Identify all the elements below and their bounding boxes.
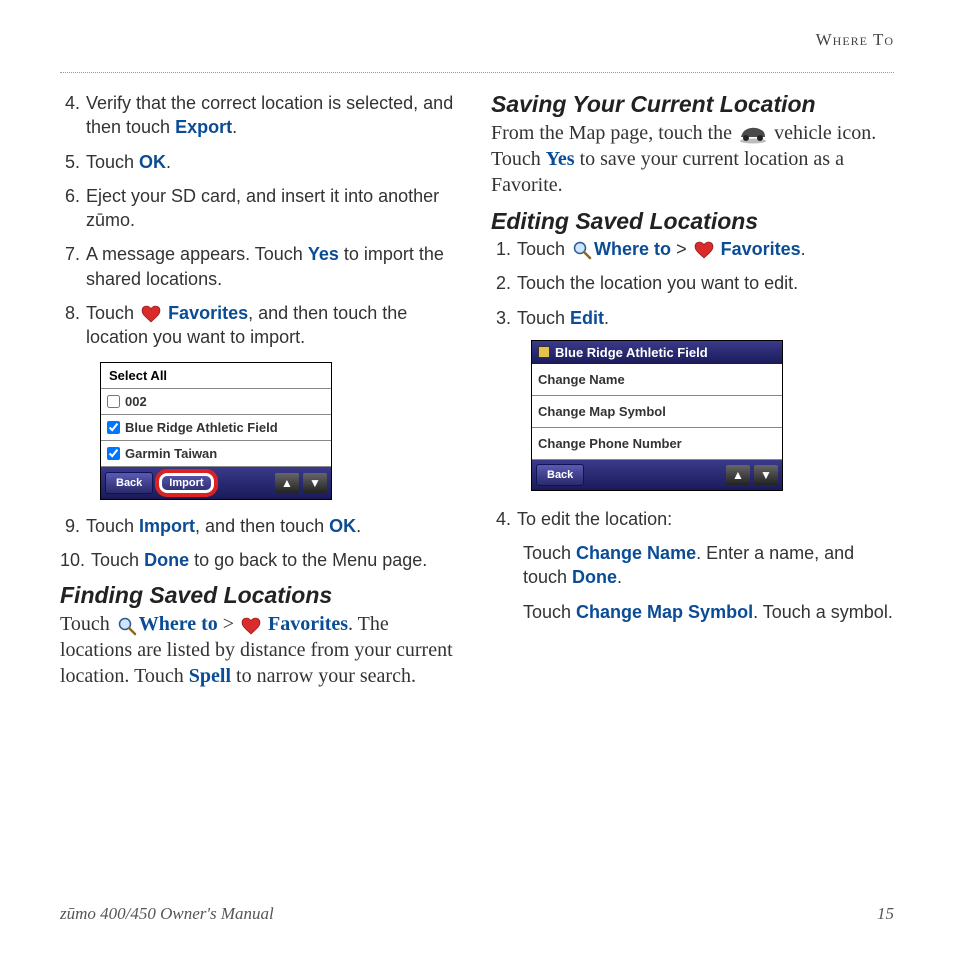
content-columns: 4. Verify that the correct location is s…: [60, 91, 894, 689]
list-item[interactable]: Blue Ridge Athletic Field: [101, 415, 331, 441]
change-map-symbol-label: Change Map Symbol: [576, 602, 753, 622]
step-4: 4. Verify that the correct location is s…: [60, 91, 463, 140]
heart-icon: [241, 617, 261, 635]
checkbox-blue-ridge[interactable]: [107, 421, 120, 434]
edit-dialog-title: Blue Ridge Athletic Field: [532, 341, 782, 364]
step-6: 6. Eject your SD card, and insert it int…: [60, 184, 463, 233]
edit-sub-1: Touch Change Name. Enter a name, and tou…: [523, 541, 894, 590]
arrow-up-icon[interactable]: ▲: [726, 465, 750, 485]
change-name-label: Change Name: [576, 543, 696, 563]
change-phone-number-row[interactable]: Change Phone Number: [532, 428, 782, 460]
where-to-label-2: Where to: [594, 239, 671, 259]
import-button[interactable]: Import: [157, 471, 215, 495]
edit-step-3: 3. Touch Edit.: [491, 306, 894, 330]
edit-label: Edit: [570, 308, 604, 328]
arrow-down-icon[interactable]: ▼: [754, 465, 778, 485]
edit-step-2: 2. Touch the location you want to edit.: [491, 271, 894, 295]
import-dialog: Select All 002 Blue Ridge Athletic Field…: [100, 362, 332, 500]
import-label: Import: [139, 516, 195, 536]
where-to-label: Where to: [139, 613, 218, 635]
divider: [60, 72, 894, 73]
select-all-header[interactable]: Select All: [101, 363, 331, 389]
list-item[interactable]: 002: [101, 389, 331, 415]
map-symbol-icon: [538, 346, 550, 358]
done-label: Done: [144, 550, 189, 570]
change-name-row[interactable]: Change Name: [532, 364, 782, 396]
step-10: 10. Touch Done to go back to the Menu pa…: [60, 548, 463, 572]
done-label-2: Done: [572, 567, 617, 587]
arrow-down-icon[interactable]: ▼: [303, 473, 327, 493]
step-8: 8. Touch Favorites, and then touch the l…: [60, 301, 463, 350]
edit-dialog-toolbar: Back ▲ ▼: [532, 460, 782, 490]
back-button[interactable]: Back: [105, 472, 153, 494]
spell-label: Spell: [189, 665, 231, 687]
list-item[interactable]: Garmin Taiwan: [101, 441, 331, 467]
edit-dialog: Blue Ridge Athletic Field Change Name Ch…: [531, 340, 783, 491]
heart-icon: [694, 241, 714, 259]
right-column: Saving Your Current Location From the Ma…: [491, 91, 894, 689]
section-header: Where To: [60, 30, 894, 54]
change-map-symbol-row[interactable]: Change Map Symbol: [532, 396, 782, 428]
back-button-2[interactable]: Back: [536, 464, 584, 486]
yes-label-2: Yes: [546, 148, 575, 170]
export-label: Export: [175, 117, 232, 137]
edit-step-4: 4. To edit the location:: [491, 507, 894, 531]
page-footer: zūmo 400/450 Owner's Manual 15: [60, 904, 894, 924]
dialog-toolbar: Back Import ▲ ▼: [101, 467, 331, 499]
footer-title: zūmo 400/450 Owner's Manual: [60, 904, 274, 924]
heart-icon: [141, 305, 161, 323]
saving-current-location-heading: Saving Your Current Location: [491, 91, 894, 118]
favorites-label-3: Favorites: [721, 239, 801, 259]
finding-saved-locations-heading: Finding Saved Locations: [60, 582, 463, 609]
step-5: 5. Touch OK.: [60, 150, 463, 174]
step-7: 7. A message appears. Touch Yes to impor…: [60, 242, 463, 291]
magnifier-icon: [572, 240, 592, 260]
step-9: 9. Touch Import, and then touch OK.: [60, 514, 463, 538]
arrow-up-icon[interactable]: ▲: [275, 473, 299, 493]
magnifier-icon: [117, 616, 137, 636]
favorites-label-2: Favorites: [268, 613, 348, 635]
favorites-label: Favorites: [168, 303, 248, 323]
checkbox-002[interactable]: [107, 395, 120, 408]
vehicle-icon: [737, 123, 769, 145]
ok-label: OK: [139, 152, 166, 172]
checkbox-garmin-taiwan[interactable]: [107, 447, 120, 460]
ok-label-2: OK: [329, 516, 356, 536]
editing-saved-locations-heading: Editing Saved Locations: [491, 208, 894, 235]
page-number: 15: [877, 904, 894, 924]
saving-paragraph: From the Map page, touch the vehicle ico…: [491, 120, 894, 198]
edit-step-1: 1. Touch Where to > Favorites.: [491, 237, 894, 261]
finding-paragraph: Touch Where to > Favorites. The location…: [60, 611, 463, 689]
edit-sub-2: Touch Change Map Symbol. Touch a symbol.: [523, 600, 894, 624]
left-column: 4. Verify that the correct location is s…: [60, 91, 463, 689]
yes-label: Yes: [308, 244, 339, 264]
